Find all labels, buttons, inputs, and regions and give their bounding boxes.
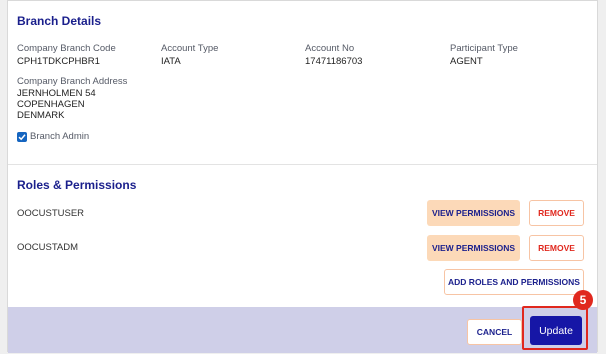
participant-type-label: Participant Type bbox=[450, 43, 518, 54]
branch-admin-label: Branch Admin bbox=[30, 131, 90, 142]
company-branch-address-line-3: DENMARK bbox=[17, 110, 65, 121]
action-footer: CANCEL Update bbox=[8, 306, 597, 353]
company-branch-address-label: Company Branch Address bbox=[17, 76, 128, 87]
add-roles-and-permissions-button[interactable]: ADD ROLES AND PERMISSIONS bbox=[444, 269, 584, 295]
account-no-label: Account No bbox=[305, 43, 355, 54]
update-button[interactable]: Update bbox=[530, 316, 582, 345]
account-type-value: IATA bbox=[161, 56, 181, 67]
company-branch-code-value: CPH1TDKCPHBR1 bbox=[17, 56, 100, 67]
role-name-oocustadm: OOCUSTADM bbox=[17, 242, 79, 253]
view-permissions-button-oocustadm[interactable]: VIEW PERMISSIONS bbox=[427, 235, 520, 261]
participant-type-value: AGENT bbox=[450, 56, 483, 67]
company-branch-address-line-1: JERNHOLMEN 54 bbox=[17, 88, 96, 99]
view-permissions-button-oocustuser[interactable]: VIEW PERMISSIONS bbox=[427, 200, 520, 226]
step-number-badge: 5 bbox=[573, 290, 593, 310]
remove-button-oocustadm[interactable]: REMOVE bbox=[529, 235, 584, 261]
branch-form-panel: Branch Details Company Branch Code CPH1T… bbox=[7, 0, 598, 353]
branch-details-title: Branch Details bbox=[17, 14, 102, 28]
section-divider bbox=[8, 164, 597, 165]
checkmark-icon bbox=[18, 134, 26, 141]
branch-admin-checkbox[interactable] bbox=[17, 132, 27, 142]
roles-permissions-title: Roles & Permissions bbox=[17, 178, 137, 192]
account-no-value: 17471186703 bbox=[305, 56, 363, 67]
account-type-label: Account Type bbox=[161, 43, 219, 54]
company-branch-address-line-2: COPENHAGEN bbox=[17, 99, 85, 110]
role-name-oocustuser: OOCUSTUSER bbox=[17, 208, 85, 219]
remove-button-oocustuser[interactable]: REMOVE bbox=[529, 200, 584, 226]
cancel-button[interactable]: CANCEL bbox=[467, 319, 522, 345]
company-branch-code-label: Company Branch Code bbox=[17, 43, 116, 54]
